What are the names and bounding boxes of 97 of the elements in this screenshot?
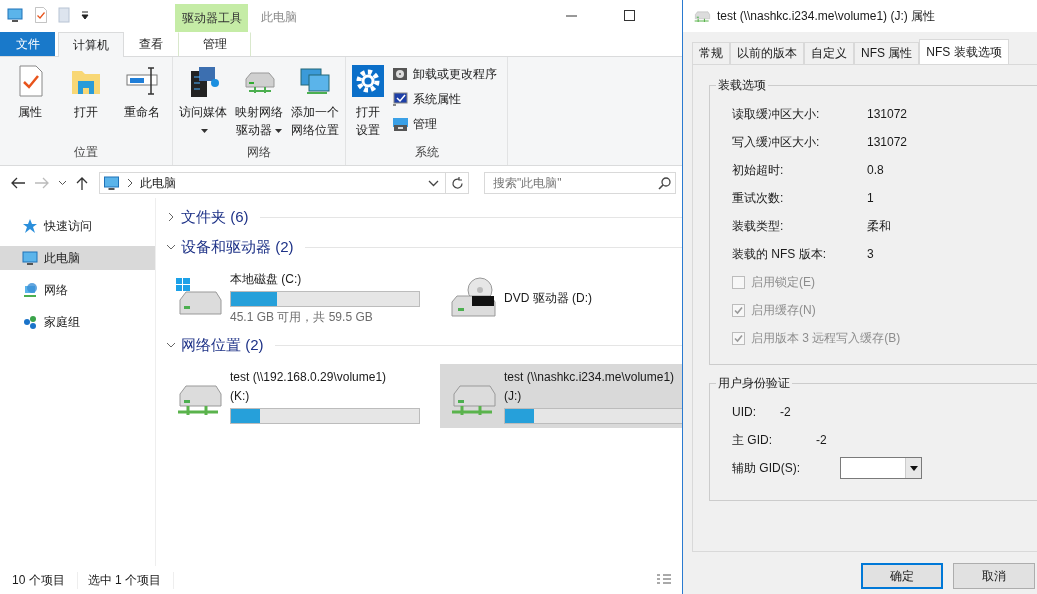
ribbon-button[interactable]: 属性 [4,63,56,143]
field-label: 装载类型: [732,217,785,235]
globe-icon [22,282,38,298]
dialog-title: test (\\nashkc.i234.me\volume1) (J:) 属性 [717,7,936,25]
dropdown-icon[interactable] [428,179,439,187]
field-value: 柔和 [867,217,891,235]
address-path: 此电脑 [140,174,177,192]
drive-tile[interactable]: test (\\192.168.0.29\volume1) (K:) [166,364,432,428]
drive-name: test (\\192.168.0.29\volume1) [230,369,388,386]
monitor-icon [103,175,120,191]
field-value: 0.8 [867,163,884,177]
field-value: 1 [867,191,874,205]
dialog-tab[interactable]: 常规 [692,42,730,64]
network-drive-icon [693,9,711,23]
settings-icon [350,63,386,99]
ribbon-button[interactable]: 映射网络驱动器 [233,63,285,143]
field-value: 131072 [867,135,908,149]
window-title: 此电脑 [261,9,298,26]
ribbon-button[interactable]: 打开设置 [350,63,386,143]
monitor-icon [22,250,38,266]
ribbon-button[interactable]: 系统属性 [392,88,503,110]
field-label: 读取缓冲区大小: [732,105,821,123]
sidebar-item[interactable]: 家庭组 [0,310,155,334]
drive-name: 本地磁盘 (C:) [230,271,303,288]
caret-icon [201,128,208,133]
chevron-down-icon[interactable] [166,242,176,252]
people-icon [22,314,38,330]
field-value: 3 [867,247,874,261]
ribbon-button[interactable]: 打开 [60,63,112,143]
maximize-icon[interactable] [624,10,636,22]
chevron-right-icon[interactable] [166,212,176,222]
dropdown-icon [909,465,918,471]
search-icon [658,177,671,190]
group-header[interactable]: 设备和驱动器 (2) [181,237,294,257]
dialog-button[interactable]: 取消 [953,563,1035,589]
checkbox-label: 启用版本 3 远程写入缓存(B) [751,329,901,347]
ribbon-tab[interactable]: 查看 [124,32,178,56]
ribbon-tab[interactable]: 文件 [0,32,55,56]
dialog-tab[interactable]: NFS 装载选项 [919,39,1009,65]
field-label: 初始超时: [732,161,785,179]
group-title: 装载选项 [717,77,767,94]
search-field[interactable]: 搜索"此电脑" [484,172,676,194]
ribbon-button[interactable]: 管理 [392,113,503,135]
drive-name: DVD 驱动器 (D:) [504,290,593,307]
ribbon-group-label: 系统 [413,144,440,161]
gid-combo-box[interactable] [840,457,922,479]
sidebar-item[interactable]: 快速访问 [0,214,155,238]
star-icon [22,218,38,234]
dialog-tab[interactable]: 以前的版本 [730,42,804,64]
ribbon-button[interactable]: 重命名 [116,63,168,143]
ribbon-button[interactable]: 添加一个网络位置 [289,63,341,143]
dialog-tab[interactable]: 自定义 [804,42,854,64]
field-label: 主 GID: [732,431,773,449]
status-text: 10 个项目 [12,571,78,589]
checkbox-label: 启用锁定(E) [751,273,815,291]
computer-icon [392,116,409,132]
sidebar-item[interactable]: 网络 [0,278,155,302]
monitor-check-icon [392,91,409,107]
drive-name: test (\\nashkc.i234.me\volume1) [504,369,676,386]
monitor-icon[interactable] [6,7,24,23]
checkbox-label: 启用缓存(N) [751,301,816,319]
drive-tile[interactable]: 本地磁盘 (C:) 45.1 GB 可用，共 59.5 GB [166,266,432,330]
ribbon-group-label: 网络 [246,144,272,161]
dialog-button[interactable]: 确定 [861,563,943,589]
field-label: 辅助 GID(S): [732,459,801,477]
dialog-tab[interactable]: NFS 属性 [854,42,920,64]
context-tab-header: 驱动器工具 [175,4,248,32]
field-label: 写入缓冲区大小: [732,133,821,151]
drive-letter: (J:) [504,388,523,405]
sidebar-item[interactable]: 此电脑 [0,246,155,270]
drive-tile[interactable]: DVD 驱动器 (D:) [440,266,706,330]
chevron-right-icon [126,178,134,188]
ribbon-button[interactable]: 卸载或更改程序 [392,63,503,85]
free-space-text: 45.1 GB 可用，共 59.5 GB [230,309,374,326]
group-header[interactable]: 网络位置 (2) [181,335,264,355]
ribbon-button[interactable]: 访问媒体 [177,63,229,143]
drive-letter: (K:) [230,388,251,405]
dvd-drive-icon [448,276,498,320]
ribbon-group-label: 位置 [73,144,99,161]
group-header[interactable]: 文件夹 (6) [181,207,249,227]
ribbon-tab[interactable]: 管理 [178,32,251,56]
group-title: 用户身份验证 [717,375,791,392]
field-value: -2 [780,405,791,419]
refresh-icon[interactable] [450,176,464,190]
caret-icon [275,128,282,133]
ribbon-tab[interactable]: 计算机 [58,32,124,57]
up-arrow-icon[interactable] [75,176,89,190]
field-value: 131072 [867,107,908,121]
checked-page-icon[interactable] [34,7,48,23]
field-label: 装载的 NFS 版本: [732,245,827,263]
back-icon[interactable] [10,176,26,190]
status-text: 选中 1 个项目 [87,571,175,589]
field-label: UID: [732,405,757,419]
chevron-down-icon[interactable] [166,340,176,350]
field-label: 重试次数: [732,189,785,207]
address-bar[interactable]: 此电脑 [99,172,469,194]
field-value: -2 [816,433,827,447]
